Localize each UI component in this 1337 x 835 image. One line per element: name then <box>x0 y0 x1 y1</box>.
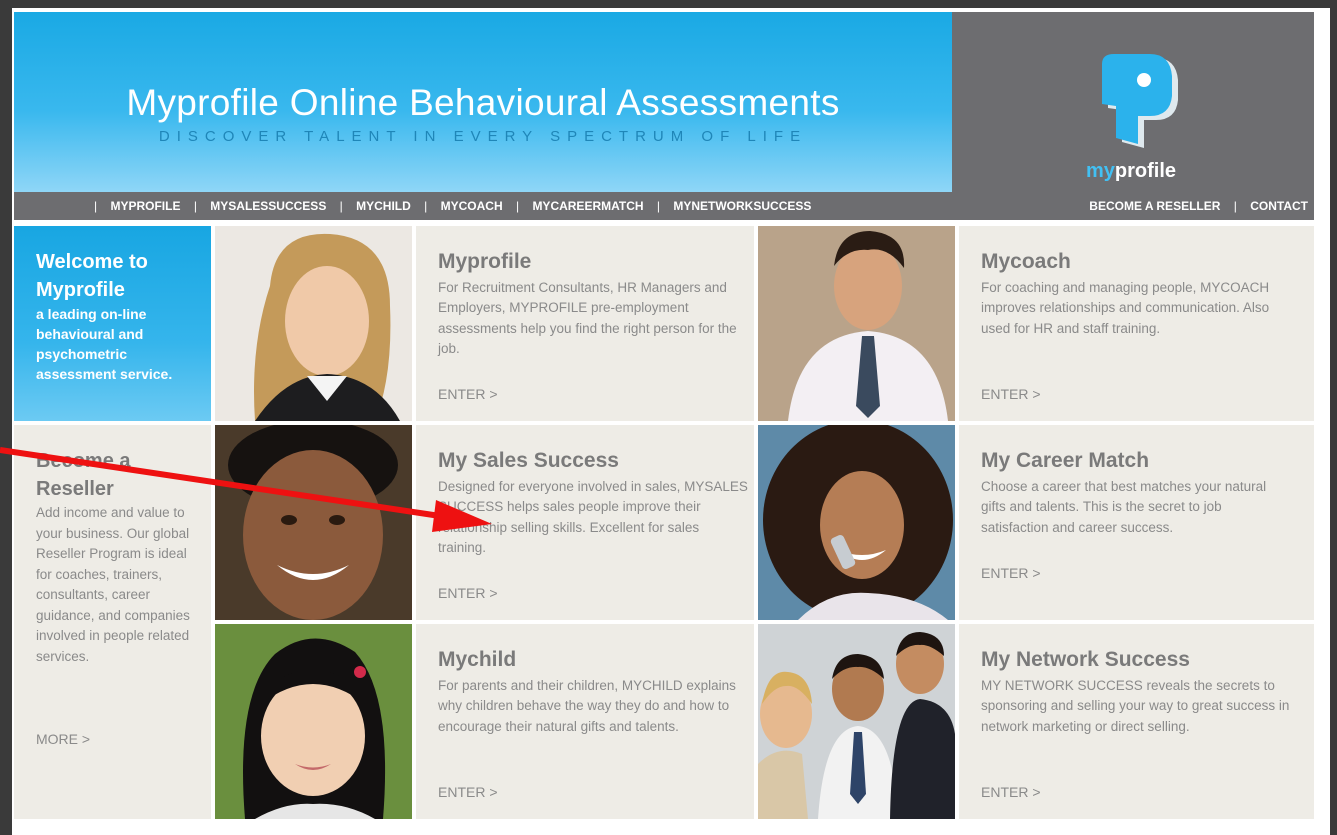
reseller-heading: Become a Reseller <box>36 450 131 500</box>
product-card-mysalessuccess: My Sales Success Designed for everyone i… <box>416 425 754 620</box>
product-card-mynetworksuccess: My Network Success MY NETWORK SUCCESS re… <box>959 624 1314 819</box>
product-description: Choose a career that best matches your n… <box>981 479 1267 535</box>
product-description: MY NETWORK SUCCESS reveals the secrets t… <box>981 678 1290 734</box>
nav-link-myprofile[interactable]: MYPROFILE <box>110 199 180 213</box>
product-card-myprofile: Myprofile For Recruitment Consultants, H… <box>416 226 754 421</box>
welcome-heading: Welcome to Myprofile <box>36 251 148 301</box>
product-description: For parents and their children, MYCHILD … <box>438 678 736 734</box>
product-title[interactable]: My Network Success <box>981 648 1190 672</box>
nav-link-contact[interactable]: CONTACT <box>1250 199 1308 213</box>
product-card-mycareermatch: My Career Match Choose a career that bes… <box>959 425 1314 620</box>
nav-link-mynetworksuccess[interactable]: MYNETWORKSUCCESS <box>673 199 811 213</box>
enter-link-mycareermatch[interactable]: ENTER > <box>981 565 1041 581</box>
header-banner: Myprofile Online Behavioural Assessments… <box>14 12 952 192</box>
nav-right: BECOME A RESELLER | CONTACT <box>1089 199 1308 213</box>
product-description: For Recruitment Consultants, HR Managers… <box>438 280 737 356</box>
product-card-mychild: Mychild For parents and their children, … <box>416 624 754 819</box>
photo-business-group[interactable] <box>758 624 955 819</box>
nav-separator: | <box>1233 199 1237 213</box>
nav-separator: | <box>424 199 428 213</box>
reseller-panel: Become a Reseller Add income and value t… <box>14 425 211 819</box>
product-title[interactable]: My Career Match <box>981 449 1149 473</box>
logo-text-my: my <box>1086 160 1115 182</box>
photo-woman-phone[interactable] <box>758 425 955 620</box>
reseller-text: Add income and value to your business. O… <box>36 505 190 664</box>
banner-title: Myprofile Online Behavioural Assessments <box>126 82 840 123</box>
nav-separator: | <box>656 199 661 213</box>
nav-link-become-reseller[interactable]: BECOME A RESELLER <box>1089 199 1220 213</box>
nav-bar: | MYPROFILE | MYSALESSUCCESS | MYCHILD |… <box>14 192 1314 220</box>
nav-link-mychild[interactable]: MYCHILD <box>356 199 411 213</box>
nav-separator: | <box>193 199 197 213</box>
photo-woman-blonde[interactable] <box>215 226 412 421</box>
product-title[interactable]: Myprofile <box>438 250 531 274</box>
product-title[interactable]: Mychild <box>438 648 516 672</box>
nav-link-mycoach[interactable]: MYCOACH <box>441 199 503 213</box>
enter-link-myprofile[interactable]: ENTER > <box>438 386 498 402</box>
enter-link-mynetworksuccess[interactable]: ENTER > <box>981 784 1041 800</box>
nav-separator: | <box>515 199 520 213</box>
product-title[interactable]: My Sales Success <box>438 449 619 473</box>
welcome-panel: Welcome to Myprofile a leading on-line b… <box>14 226 211 421</box>
product-title[interactable]: Mycoach <box>981 250 1071 274</box>
welcome-text: a leading on-line behavioural and psycho… <box>36 306 173 382</box>
photo-girl-smiling[interactable] <box>215 624 412 819</box>
enter-link-mysalessuccess[interactable]: ENTER > <box>438 585 498 601</box>
enter-link-mycoach[interactable]: ENTER > <box>981 386 1041 402</box>
photo-man-portrait[interactable] <box>215 425 412 620</box>
nav-separator: | <box>339 199 343 213</box>
nav-link-mycareermatch[interactable]: MYCAREERMATCH <box>532 199 643 213</box>
logo-text-profile: profile <box>1114 160 1177 182</box>
product-card-mycoach: Mycoach For coaching and managing people… <box>959 226 1314 421</box>
enter-link-mychild[interactable]: ENTER > <box>438 784 498 800</box>
logo-wordmark[interactable]: myprofile <box>1086 160 1216 183</box>
myprofile-logo-icon[interactable] <box>1086 50 1186 150</box>
photo-man-smiling[interactable] <box>758 226 955 421</box>
nav-link-mysalessuccess[interactable]: MYSALESSUCCESS <box>210 199 326 213</box>
banner-tagline: DISCOVER TALENT IN EVERY SPECTRUM OF LIF… <box>158 128 808 145</box>
nav-left: | MYPROFILE | MYSALESSUCCESS | MYCHILD |… <box>84 199 811 213</box>
reseller-more-link[interactable]: MORE > <box>36 731 90 747</box>
nav-separator: | <box>94 199 98 213</box>
product-description: Designed for everyone involved in sales,… <box>438 479 748 555</box>
product-description: For coaching and managing people, MYCOAC… <box>981 280 1270 336</box>
